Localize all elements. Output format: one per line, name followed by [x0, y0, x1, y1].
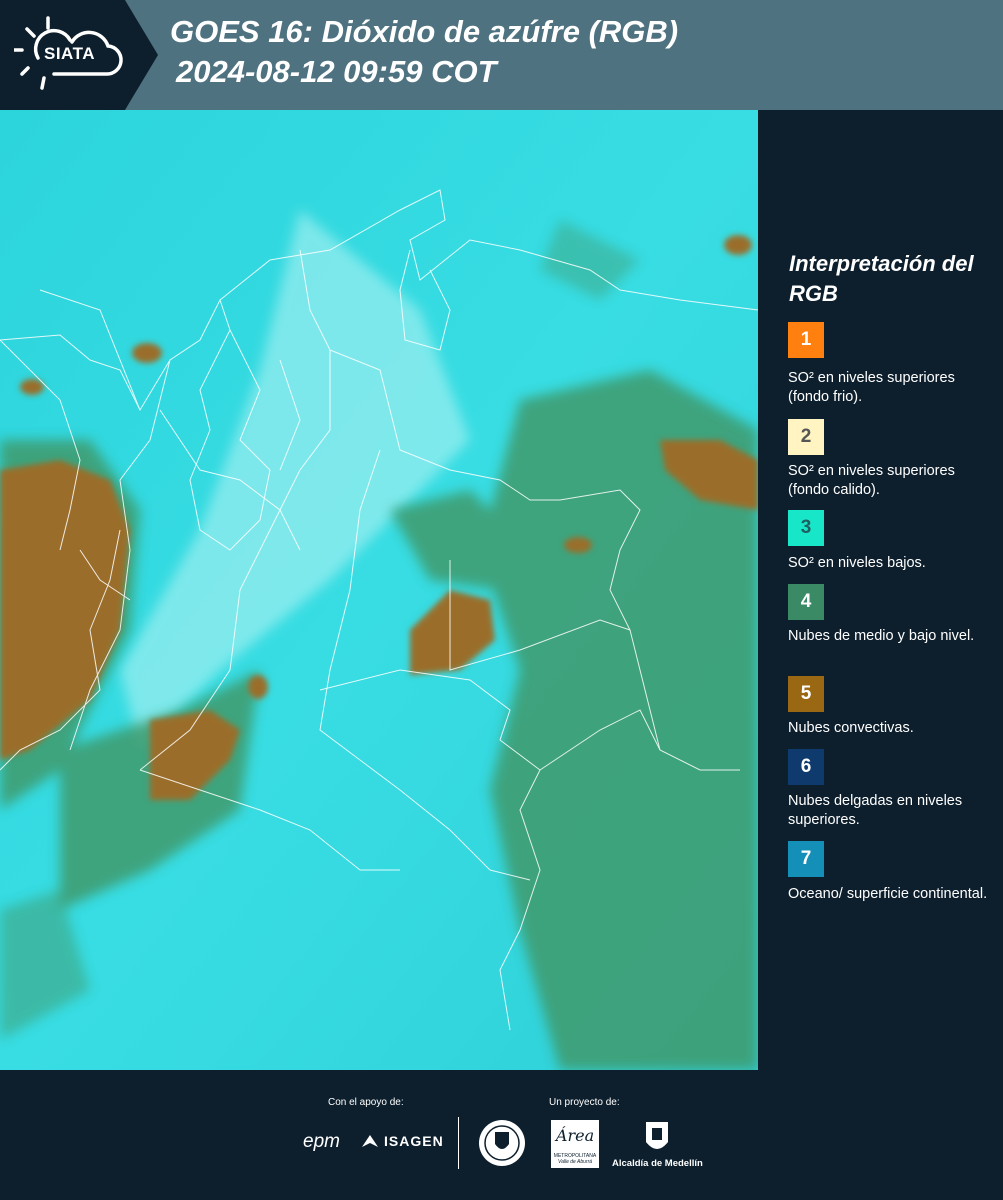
- legend-swatch-4: 4: [788, 584, 824, 620]
- legend-description-1: SO² en niveles superiores (fondo frio).: [788, 370, 955, 405]
- legend-description-5: Nubes convectivas.: [788, 720, 914, 736]
- timestamp: 2024-08-12 09:59 COT: [176, 54, 497, 89]
- legend-number-5: 5: [800, 683, 812, 704]
- area-metropolitana-logo: Área METROPOLITANA Valle de Aburrá: [551, 1120, 599, 1168]
- legend-number-2: 2: [800, 426, 812, 447]
- header-bar: SIATA GOES 16: Dióxido de azúfre (RGB) 2…: [0, 0, 1003, 110]
- legend-description-3: SO² en niveles bajos.: [788, 555, 926, 571]
- logo-text: SIATA: [44, 44, 95, 63]
- epm-logo-text: epm: [303, 1131, 340, 1152]
- legend-number-4: 4: [800, 591, 812, 612]
- isagen-logo-text: ISAGEN: [384, 1133, 444, 1149]
- legend-swatch-7: 7: [788, 841, 824, 877]
- satellite-image[interactable]: [0, 110, 758, 1070]
- legend-swatch-5: 5: [788, 676, 824, 712]
- epm-logo: epm: [303, 1131, 340, 1153]
- legend-description-4: Nubes de medio y bajo nivel.: [788, 628, 975, 644]
- alcaldia-crest-icon: [646, 1122, 668, 1149]
- legend-swatch-6: 6: [788, 749, 824, 785]
- project-label: Un proyecto de:: [549, 1097, 620, 1108]
- medellin-seal-icon: [479, 1120, 525, 1166]
- legend-description-2: SO² en niveles superiores (fondo calido)…: [788, 463, 955, 498]
- page-title: GOES 16: Dióxido de azúfre (RGB): [170, 14, 679, 49]
- legend-swatch-3: 3: [788, 510, 824, 546]
- legend-number-3: 3: [800, 517, 812, 538]
- legend-title: Interpretación del RGB: [789, 251, 974, 306]
- isagen-mark-icon: [362, 1135, 378, 1147]
- legend-swatch-1: 1: [788, 322, 824, 358]
- legend-number-6: 6: [800, 756, 812, 777]
- siata-logo: SIATA: [0, 0, 158, 110]
- legend-description-6: Nubes delgadas en niveles superiores.: [788, 793, 963, 828]
- legend-swatch-2: 2: [788, 419, 824, 455]
- support-label: Con el apoyo de:: [328, 1097, 404, 1108]
- legend-number-7: 7: [800, 848, 812, 869]
- area-logo-subtext-2: Valle de Aburrá: [557, 1159, 593, 1165]
- alcaldia-label: Alcaldía de Medellín: [612, 1158, 703, 1169]
- legend-description-7: Oceano/ superficie continental.: [788, 886, 988, 902]
- isagen-logo: ISAGEN: [360, 1133, 444, 1149]
- footer-divider: [458, 1117, 459, 1169]
- legend-number-1: 1: [800, 329, 812, 350]
- area-logo-text: Área: [555, 1126, 595, 1145]
